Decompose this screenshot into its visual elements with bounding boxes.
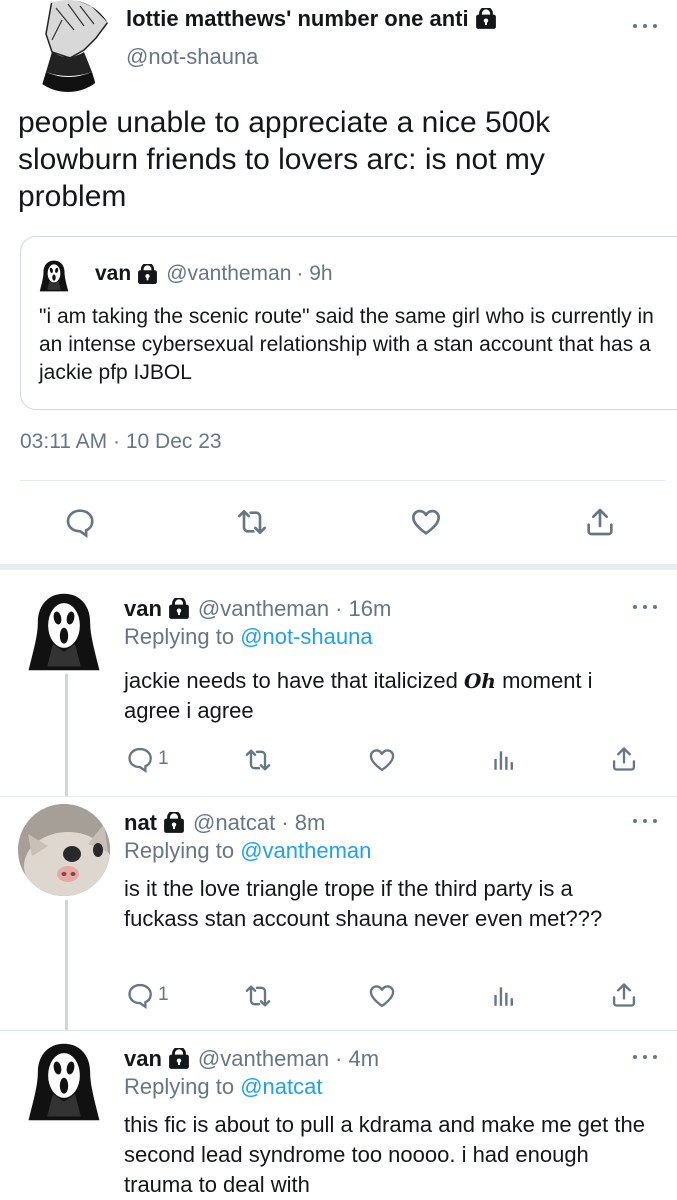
reply1-author-handle[interactable]: @vantheman: [198, 596, 329, 622]
lock-icon: [137, 264, 158, 285]
reply1-replying-to: Replying to @not-shauna: [124, 624, 373, 650]
quoted-tweet-card[interactable]: van @vantheman · 9h "i am taking the sce…: [20, 236, 677, 410]
reply1-text-before: jackie needs to have that italicized: [124, 668, 464, 693]
quote-time: · 9h: [296, 262, 333, 285]
quote-author-handle: @vantheman: [166, 262, 292, 285]
ghostface-avatar-image: [22, 590, 106, 674]
more-icon[interactable]: [633, 1053, 657, 1061]
reply3-time: · 4m: [335, 1046, 380, 1071]
reply2-time: · 8m: [281, 810, 326, 835]
quote-author-avatar: [39, 259, 69, 293]
retweet-icon[interactable]: [244, 982, 272, 1010]
main-author-handle[interactable]: @not-shauna: [126, 44, 258, 70]
reply1-author-name[interactable]: van: [124, 596, 162, 622]
reply-icon: [126, 981, 154, 1009]
reply3-author-handle[interactable]: @vantheman: [198, 1046, 329, 1072]
lock-icon: [168, 598, 190, 620]
reply1-time: · 16m: [335, 596, 392, 621]
more-icon[interactable]: [633, 817, 657, 825]
reply2-reply-button[interactable]: 1: [126, 981, 169, 1009]
section-divider: [0, 564, 677, 570]
thread-line: [65, 900, 68, 1030]
reply3-author-name[interactable]: van: [124, 1046, 162, 1072]
reply-icon[interactable]: [64, 506, 96, 538]
reply2-author-handle[interactable]: @natcat: [193, 810, 275, 836]
share-icon[interactable]: [610, 981, 638, 1009]
tweet-timestamp[interactable]: 03:11 AM · 10 Dec 23: [20, 430, 222, 454]
like-icon[interactable]: [368, 746, 396, 774]
divider: [0, 796, 677, 797]
lock-icon: [163, 812, 185, 834]
reply3-replying-to: Replying to @natcat: [124, 1074, 322, 1100]
replying-to-label: Replying to: [124, 838, 241, 863]
replying-to-link[interactable]: @natcat: [240, 1074, 322, 1099]
main-author-avatar[interactable]: [22, 0, 114, 92]
reply2-author-name[interactable]: nat: [124, 810, 157, 836]
share-icon[interactable]: [610, 745, 638, 773]
main-tweet-text: people unable to appreciate a nice 500k …: [18, 106, 551, 213]
replying-to-link[interactable]: @vantheman: [240, 838, 371, 863]
reply1-avatar[interactable]: [22, 590, 106, 674]
reply1-text: jackie needs to have that italicized Oh …: [124, 666, 644, 726]
views-icon[interactable]: [490, 746, 516, 774]
retweet-icon[interactable]: [244, 746, 272, 774]
ghostface-avatar-image: [39, 259, 69, 293]
reply2-text: is it the love triangle trope if the thi…: [124, 876, 603, 931]
replying-to-label: Replying to: [124, 1074, 241, 1099]
reply3-text: this fic is about to pull a kdrama and m…: [124, 1112, 645, 1197]
thread-line: [65, 674, 68, 796]
more-icon[interactable]: [633, 603, 657, 611]
lock-icon: [475, 8, 497, 30]
divider: [20, 480, 665, 481]
reply2-replying-to: Replying to @vantheman: [124, 838, 371, 864]
reply3-avatar[interactable]: [22, 1040, 106, 1124]
share-icon[interactable]: [584, 506, 616, 538]
reply1-oh-text: Oh: [463, 669, 496, 693]
reply2-avatar[interactable]: [18, 804, 110, 896]
replying-to-link[interactable]: @not-shauna: [240, 624, 372, 649]
lock-icon: [168, 1048, 190, 1070]
quote-text: "i am taking the scenic route" said the …: [39, 305, 654, 384]
ghostface-avatar-image: [22, 1040, 106, 1124]
retweet-icon[interactable]: [236, 506, 268, 538]
like-icon[interactable]: [368, 982, 396, 1010]
like-icon[interactable]: [410, 506, 442, 538]
cat-photo-avatar-image: [18, 804, 110, 896]
reply-icon: [126, 745, 154, 773]
divider: [0, 1030, 677, 1031]
replying-to-label: Replying to: [124, 624, 241, 649]
reply2-reply-count: 1: [158, 984, 169, 1005]
reply1-reply-count: 1: [158, 748, 169, 769]
sketch-avatar-image: [40, 0, 109, 92]
views-icon[interactable]: [490, 982, 516, 1010]
quote-author-name: van: [95, 262, 132, 285]
reply1-reply-button[interactable]: 1: [126, 745, 169, 773]
more-icon[interactable]: [633, 22, 657, 30]
main-author-name[interactable]: lottie matthews' number one anti: [126, 6, 469, 32]
